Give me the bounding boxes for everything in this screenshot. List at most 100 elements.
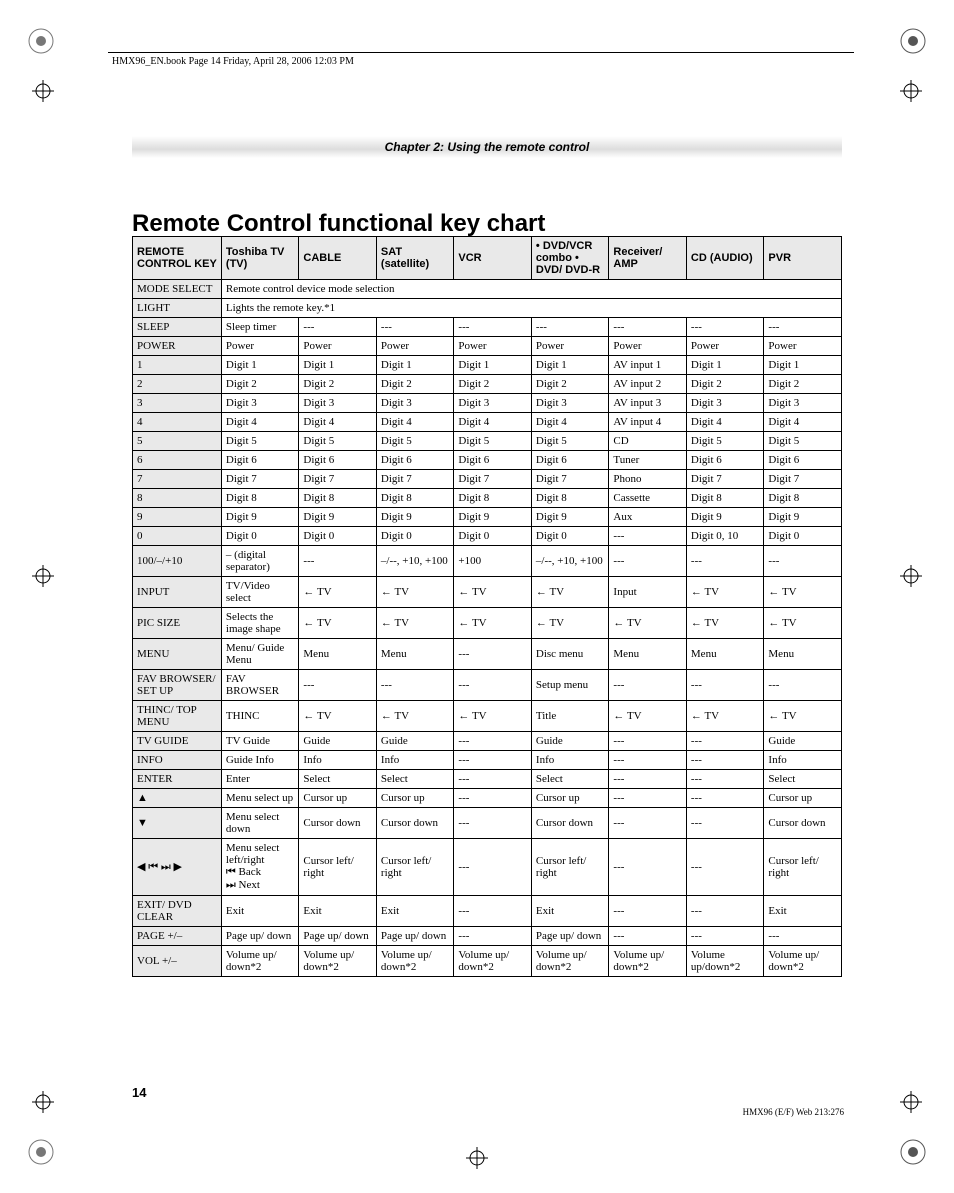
header-rule <box>108 52 854 53</box>
data-cell: ← TV <box>764 701 842 732</box>
data-cell: Input <box>609 577 687 608</box>
data-cell: Power <box>764 337 842 356</box>
data-cell: ← TV <box>454 701 532 732</box>
data-cell: --- <box>686 751 764 770</box>
data-cell: Digit 7 <box>376 470 454 489</box>
table-row: PIC SIZESelects the image shape← TV← TV←… <box>133 608 842 639</box>
data-cell: Digit 8 <box>454 489 532 508</box>
table-row: 100/–/+10– (digital separator)---–/--, +… <box>133 546 842 577</box>
running-header: HMX96_EN.book Page 14 Friday, April 28, … <box>112 56 354 67</box>
data-cell: Digit 0 <box>376 527 454 546</box>
data-cell: Digit 3 <box>221 394 299 413</box>
data-cell: ← TV <box>376 577 454 608</box>
data-cell: Exit <box>531 896 609 927</box>
data-cell: Cursor up <box>531 789 609 808</box>
key-cell: FAV BROWSER/ SET UP <box>133 670 222 701</box>
data-cell: AV input 1 <box>609 356 687 375</box>
data-cell: Select <box>376 770 454 789</box>
data-cell: --- <box>609 839 687 896</box>
data-cell: Select <box>299 770 377 789</box>
data-cell: Select <box>531 770 609 789</box>
table-row: INFOGuide InfoInfoInfo---Info------Info <box>133 751 842 770</box>
data-cell: Cursor up <box>299 789 377 808</box>
data-cell: Disc menu <box>531 639 609 670</box>
data-cell: Enter <box>221 770 299 789</box>
data-cell: Info <box>299 751 377 770</box>
data-cell: Digit 1 <box>686 356 764 375</box>
data-cell: ← TV <box>686 608 764 639</box>
data-cell: Digit 9 <box>221 508 299 527</box>
data-cell: Digit 0 <box>531 527 609 546</box>
data-cell: --- <box>454 770 532 789</box>
data-cell: Exit <box>376 896 454 927</box>
data-cell: Select <box>764 770 842 789</box>
crop-circle-icon <box>28 28 54 54</box>
table-row: 7Digit 7Digit 7Digit 7Digit 7Digit 7Phon… <box>133 470 842 489</box>
key-cell: 1 <box>133 356 222 375</box>
data-cell: --- <box>376 318 454 337</box>
data-cell: ← TV <box>376 608 454 639</box>
data-cell: Power <box>609 337 687 356</box>
data-cell: ← TV <box>686 701 764 732</box>
key-cell: POWER <box>133 337 222 356</box>
data-cell: Cursor down <box>531 808 609 839</box>
data-cell: Cursor up <box>764 789 842 808</box>
data-cell: Digit 9 <box>376 508 454 527</box>
data-cell: ← TV <box>299 577 377 608</box>
key-cell: MENU <box>133 639 222 670</box>
data-cell: Menu select left/right ⏮ Back ⏭ Next <box>221 839 299 896</box>
data-cell: Digit 8 <box>686 489 764 508</box>
data-cell: Menu <box>609 639 687 670</box>
key-cell: TV GUIDE <box>133 732 222 751</box>
data-cell: Phono <box>609 470 687 489</box>
data-cell: TV/Video select <box>221 577 299 608</box>
data-cell: Digit 2 <box>454 375 532 394</box>
registration-mark-icon <box>900 1091 922 1113</box>
data-cell: Digit 9 <box>686 508 764 527</box>
data-cell: Digit 7 <box>764 470 842 489</box>
data-cell: Digit 5 <box>376 432 454 451</box>
data-cell: Volume up/ down*2 <box>454 946 532 977</box>
data-cell: --- <box>609 770 687 789</box>
table-row: 1Digit 1Digit 1Digit 1Digit 1Digit 1AV i… <box>133 356 842 375</box>
full-span-cell: Lights the remote key.*1 <box>221 299 841 318</box>
data-cell: Digit 8 <box>376 489 454 508</box>
data-cell: ← TV <box>609 608 687 639</box>
table-row: MENUMenu/ Guide MenuMenuMenu---Disc menu… <box>133 639 842 670</box>
col-receiver: Receiver/ AMP <box>609 237 687 280</box>
data-cell: Title <box>531 701 609 732</box>
data-cell: Cursor left/ right <box>764 839 842 896</box>
data-cell: Volume up/ down*2 <box>764 946 842 977</box>
data-cell: --- <box>686 839 764 896</box>
key-cell: PIC SIZE <box>133 608 222 639</box>
data-cell: --- <box>686 927 764 946</box>
data-cell: --- <box>686 770 764 789</box>
data-cell: +100 <box>454 546 532 577</box>
data-cell: Digit 1 <box>531 356 609 375</box>
data-cell: --- <box>764 927 842 946</box>
key-cell: 9 <box>133 508 222 527</box>
data-cell: Digit 7 <box>686 470 764 489</box>
table-row: FAV BROWSER/ SET UPFAV BROWSER---------S… <box>133 670 842 701</box>
data-cell: Digit 3 <box>531 394 609 413</box>
col-cd: CD (AUDIO) <box>686 237 764 280</box>
data-cell: Power <box>531 337 609 356</box>
data-cell: Digit 6 <box>299 451 377 470</box>
table-row: ▲Menu select upCursor upCursor up---Curs… <box>133 789 842 808</box>
data-cell: --- <box>609 670 687 701</box>
key-cell: PAGE +/– <box>133 927 222 946</box>
key-cell: 6 <box>133 451 222 470</box>
data-cell: Exit <box>299 896 377 927</box>
data-cell: --- <box>454 896 532 927</box>
table-row: 2Digit 2Digit 2Digit 2Digit 2Digit 2AV i… <box>133 375 842 394</box>
data-cell: Digit 3 <box>686 394 764 413</box>
data-cell: ← TV <box>531 577 609 608</box>
data-cell: --- <box>609 927 687 946</box>
data-cell: Digit 2 <box>531 375 609 394</box>
key-cell: ▲ <box>133 789 222 808</box>
data-cell: ← TV <box>531 608 609 639</box>
data-cell: Digit 8 <box>221 489 299 508</box>
table-row: PAGE +/–Page up/ downPage up/ downPage u… <box>133 927 842 946</box>
data-cell: --- <box>686 318 764 337</box>
key-cell: VOL +/– <box>133 946 222 977</box>
